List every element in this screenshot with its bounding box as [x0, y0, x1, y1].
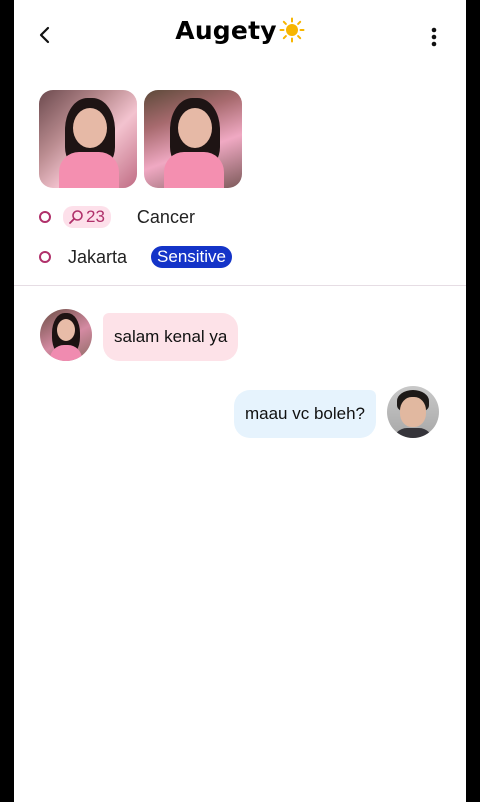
more-options-button[interactable] [420, 22, 448, 52]
top-bar: Augety [14, 0, 466, 68]
user-avatar[interactable] [387, 386, 439, 438]
bullet-icon [39, 211, 51, 223]
incoming-message: salam kenal ya [103, 313, 239, 361]
bullet-icon [39, 251, 51, 263]
city-text: Jakarta [68, 246, 128, 267]
profile-photo-1[interactable] [39, 90, 137, 188]
age-value: 23 [86, 207, 105, 226]
more-vertical-icon [431, 27, 437, 47]
outgoing-message: maau vc boleh? [233, 390, 376, 438]
profile-photo-2[interactable] [144, 90, 242, 188]
contact-avatar[interactable] [40, 309, 92, 361]
chat-screen: Augety 23 Cancer Jakarta Sensitive salam… [14, 0, 466, 802]
personality-tag: Sensitive [151, 246, 233, 268]
page-title: Augety [14, 16, 466, 49]
divider [14, 285, 466, 286]
search-icon [69, 210, 83, 224]
sun-icon [279, 17, 305, 49]
info-row-city-tag: Jakarta Sensitive [39, 244, 233, 270]
profile-name: Augety [175, 16, 277, 45]
zodiac-text: Cancer [136, 206, 195, 227]
age-badge: 23 [63, 206, 111, 228]
info-row-age-zodiac: 23 Cancer [39, 204, 195, 230]
